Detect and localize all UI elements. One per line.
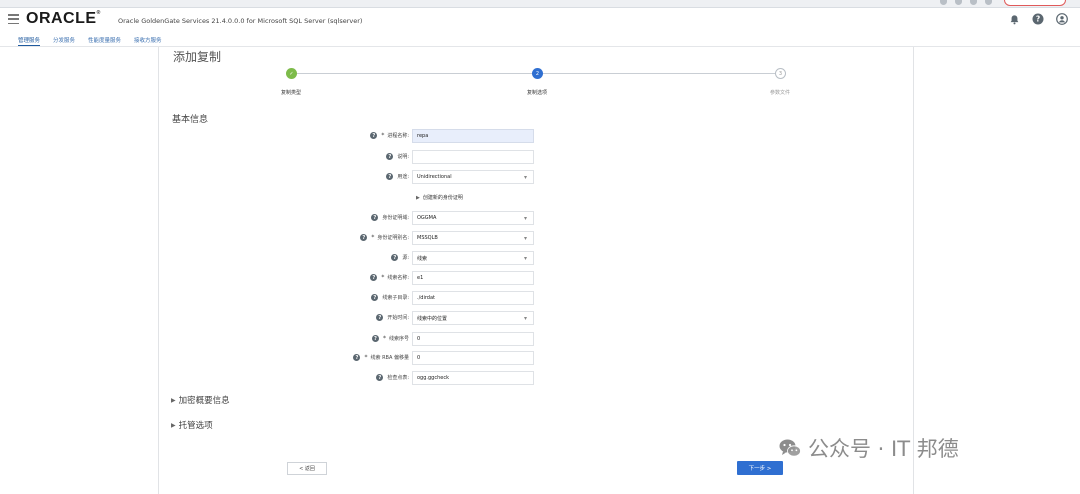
form-row-description: ? 说明:	[159, 150, 915, 164]
browser-chrome-strip	[0, 0, 1080, 8]
checkpoint-table-label: ? 检查点表:	[376, 374, 409, 381]
intent-select[interactable]: Unidirectional	[412, 170, 534, 184]
wechat-watermark: 公众号 · IT 邦德	[778, 433, 959, 463]
trail-seq-label: ? * 线索序号	[371, 335, 409, 342]
help-circle-icon[interactable]: ?	[371, 214, 379, 221]
section-basic-info: 基本信息	[172, 115, 209, 125]
add-replicat-panel: 添加复制 ✓ 2 3 复制类型 复制选项 参数文件 基本信息 ? * 进程名称: r…	[158, 47, 914, 494]
back-button[interactable]: < 返回	[287, 462, 327, 475]
wechat-logo-icon	[778, 436, 802, 460]
credential-domain-select[interactable]: OGGMA	[412, 211, 534, 225]
description-input[interactable]	[412, 150, 534, 164]
begin-label: ? 开始时间:	[376, 314, 409, 321]
tab-distribution-service[interactable]: 分发服务	[53, 36, 75, 46]
intent-label: ? 用途:	[386, 173, 409, 180]
create-credential-link[interactable]: ▶ 创建新的身份证明	[416, 194, 463, 201]
credential-domain-label: ? 身份证明域:	[371, 214, 409, 221]
help-circle-icon[interactable]: ?	[353, 354, 361, 361]
help-circle-icon[interactable]: ?	[391, 254, 399, 261]
description-label: ? 说明:	[386, 153, 409, 160]
trail-subdir-input[interactable]: ./dirdat	[412, 291, 534, 305]
next-button[interactable]: 下一步 >	[737, 461, 783, 475]
step-1-check-icon: ✓	[286, 68, 297, 79]
trail-name-label: ? * 线索名称:	[370, 274, 409, 281]
encryption-profile-section[interactable]: ▶ 加密概要信息	[171, 394, 230, 406]
bell-icon[interactable]	[1008, 13, 1020, 25]
trail-rba-input[interactable]: 0	[412, 351, 534, 365]
credential-alias-select[interactable]: MSSQLB	[412, 231, 534, 245]
process-name-input[interactable]: repa	[412, 129, 534, 143]
hamburger-menu-icon[interactable]	[8, 14, 19, 24]
browser-profile-pill[interactable]	[1004, 0, 1066, 6]
form-row-checkpoint-table: ? 检查点表: ogg.ggcheck	[159, 371, 915, 385]
stepper-line	[291, 73, 537, 74]
help-circle-icon[interactable]: ?	[376, 314, 384, 321]
form-row-trail-name: ? * 线索名称: e1	[159, 271, 915, 285]
help-circle-icon[interactable]: ?	[370, 274, 378, 281]
help-circle-icon[interactable]: ?	[386, 153, 394, 160]
process-name-label: ? * 进程名称:	[370, 132, 409, 139]
form-row-source: ? 源: 线索	[159, 251, 915, 265]
user-icon[interactable]	[1056, 13, 1068, 25]
credential-alias-label: ? * 身份证明别名:	[360, 234, 409, 241]
form-row-credential-domain: ? 身份证明域: OGGMA	[159, 211, 915, 225]
watermark-text: 公众号 · IT 邦德	[808, 437, 959, 461]
stepper-line	[543, 73, 775, 74]
tab-performance-service[interactable]: 性能度量服务	[88, 36, 121, 46]
trail-seq-input[interactable]: 0	[412, 332, 534, 346]
help-circle-icon[interactable]: ?	[386, 173, 394, 180]
help-circle-icon[interactable]: ?	[371, 335, 379, 342]
app-title: Oracle GoldenGate Services 21.4.0.0.0 fo…	[118, 17, 363, 25]
step-3-marker: 3	[775, 68, 786, 79]
trail-name-input[interactable]: e1	[412, 271, 534, 285]
managed-options-section[interactable]: ▶ 托管选项	[171, 419, 213, 431]
browser-toolbar-icons	[940, 0, 992, 5]
form-row-trail-seq: ? * 线索序号 0	[159, 332, 915, 346]
tab-receiver-service[interactable]: 接收方服务	[134, 36, 162, 46]
oracle-logo: ORACLE®	[26, 10, 101, 27]
help-icon[interactable]: ?	[1032, 13, 1044, 25]
checkpoint-table-input[interactable]: ogg.ggcheck	[412, 371, 534, 385]
help-circle-icon[interactable]: ?	[360, 234, 368, 241]
help-circle-icon[interactable]: ?	[371, 294, 379, 301]
header-icons: ?	[1008, 13, 1068, 25]
form-row-begin: ? 开始时间: 线索中的位置	[159, 311, 915, 325]
trail-rba-label: ? * 线索 RBA 偏移量	[353, 354, 409, 361]
source-select[interactable]: 线索	[412, 251, 534, 265]
page-title: 添加复制	[173, 50, 222, 64]
source-label: ? 源:	[391, 254, 409, 261]
help-circle-icon[interactable]: ?	[370, 132, 378, 139]
step-2-label: 复制选项	[526, 90, 548, 96]
form-row-trail-rba: ? * 线索 RBA 偏移量 0	[159, 351, 915, 365]
svg-text:?: ?	[1036, 15, 1040, 24]
trail-subdir-label: ? 线索子目录:	[371, 294, 409, 301]
form-row-create-credential: ▶ 创建新的身份证明	[159, 191, 915, 205]
form-row-process-name: ? * 进程名称: repa	[159, 129, 915, 143]
service-nav: 管理服务 分发服务 性能度量服务 接收方服务	[0, 34, 1080, 47]
tab-admin-service[interactable]: 管理服务	[18, 36, 41, 46]
form-row-intent: ? 用途: Unidirectional	[159, 170, 915, 184]
form-row-trail-subdir: ? 线索子目录: ./dirdat	[159, 291, 915, 305]
begin-select[interactable]: 线索中的位置	[412, 311, 534, 325]
step-3-label: 参数文件	[769, 90, 791, 96]
app-header: ORACLE® Oracle GoldenGate Services 21.4.…	[0, 8, 1080, 34]
help-circle-icon[interactable]: ?	[376, 374, 384, 381]
step-1-label: 复制类型	[280, 90, 302, 96]
expand-triangle-icon: ▶	[171, 396, 176, 404]
step-2-marker: 2	[532, 68, 543, 79]
form-row-credential-alias: ? * 身份证明别名: MSSQLB	[159, 231, 915, 245]
expand-triangle-icon: ▶	[171, 421, 176, 429]
